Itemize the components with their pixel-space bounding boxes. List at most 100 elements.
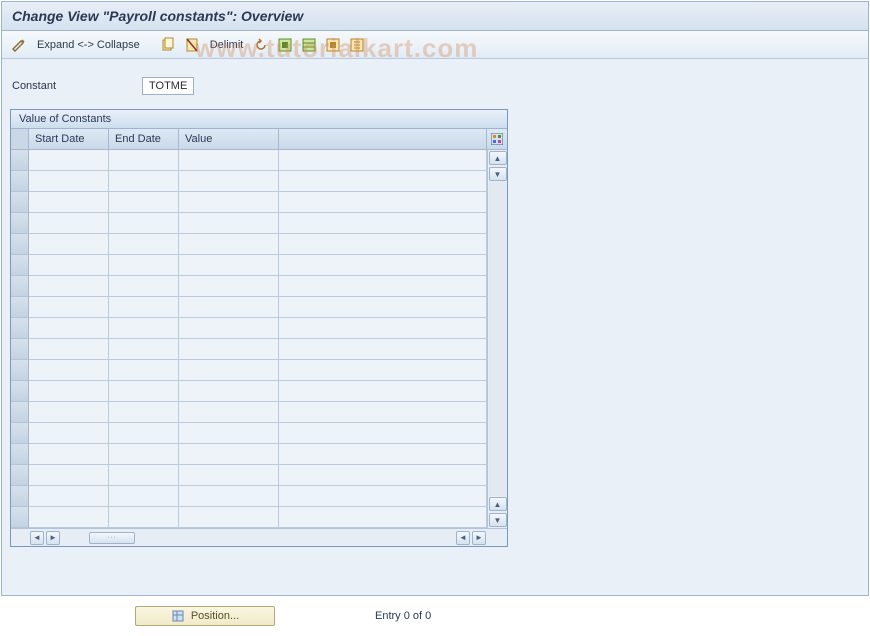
delimit-button[interactable]: Delimit [207,39,247,51]
row-selector[interactable] [11,255,29,276]
cell-value[interactable] [179,255,279,276]
cell-value[interactable] [179,318,279,339]
scroll-down-button[interactable]: ▼ [489,513,507,527]
copy-as-icon[interactable] [159,36,177,54]
cell-start-date[interactable] [29,234,109,255]
cell-start-date[interactable] [29,444,109,465]
row-selector[interactable] [11,402,29,423]
cell-start-date[interactable] [29,255,109,276]
cell-start-date[interactable] [29,381,109,402]
cell-value[interactable] [179,402,279,423]
select-all-rows-header[interactable] [11,129,29,149]
row-selector[interactable] [11,192,29,213]
row-selector[interactable] [11,360,29,381]
row-selector[interactable] [11,465,29,486]
cell-value[interactable] [179,297,279,318]
cell-end-date[interactable] [109,297,179,318]
row-selector[interactable] [11,213,29,234]
hscroll-track[interactable]: ∙∙∙ [61,532,455,544]
cell-end-date[interactable] [109,402,179,423]
cell-end-date[interactable] [109,150,179,171]
cell-end-date[interactable] [109,465,179,486]
cell-start-date[interactable] [29,192,109,213]
scroll-page-down-button[interactable]: ▲ [489,497,507,511]
deselect-all-icon[interactable] [324,36,342,54]
row-selector[interactable] [11,171,29,192]
cell-start-date[interactable] [29,213,109,234]
row-selector[interactable] [11,297,29,318]
column-header-end-date[interactable]: End Date [109,129,179,149]
cell-end-date[interactable] [109,423,179,444]
cell-value[interactable] [179,507,279,528]
row-selector[interactable] [11,444,29,465]
position-button[interactable]: Position... [135,606,275,626]
row-selector[interactable] [11,234,29,255]
scroll-track[interactable] [489,182,507,496]
row-selector[interactable] [11,339,29,360]
table-settings-button[interactable] [487,129,507,149]
select-block-icon[interactable] [300,36,318,54]
cell-value[interactable] [179,465,279,486]
cell-end-date[interactable] [109,381,179,402]
horizontal-scrollbar[interactable]: ◄ ► ∙∙∙ ◄ ► [11,528,507,546]
hscroll-left-end-button[interactable]: ◄ [456,531,470,545]
cell-start-date[interactable] [29,318,109,339]
row-selector[interactable] [11,318,29,339]
cell-start-date[interactable] [29,360,109,381]
cell-value[interactable] [179,192,279,213]
hscroll-left-button[interactable]: ◄ [30,531,44,545]
cell-value[interactable] [179,486,279,507]
cell-value[interactable] [179,444,279,465]
cell-end-date[interactable] [109,255,179,276]
cell-end-date[interactable] [109,507,179,528]
cell-end-date[interactable] [109,276,179,297]
hscroll-right-button[interactable]: ► [46,531,60,545]
row-selector[interactable] [11,381,29,402]
select-all-icon[interactable] [276,36,294,54]
cell-end-date[interactable] [109,192,179,213]
cell-value[interactable] [179,381,279,402]
cell-value[interactable] [179,234,279,255]
cell-start-date[interactable] [29,402,109,423]
cell-start-date[interactable] [29,276,109,297]
cell-start-date[interactable] [29,150,109,171]
expand-collapse-button[interactable]: Expand <-> Collapse [34,39,143,51]
scroll-page-up-button[interactable]: ▼ [489,167,507,181]
cell-end-date[interactable] [109,444,179,465]
cell-value[interactable] [179,150,279,171]
delete-icon[interactable] [183,36,201,54]
row-selector[interactable] [11,507,29,528]
row-selector[interactable] [11,486,29,507]
cell-value[interactable] [179,339,279,360]
cell-start-date[interactable] [29,486,109,507]
row-selector[interactable] [11,423,29,444]
undo-change-icon[interactable] [252,36,270,54]
column-header-start-date[interactable]: Start Date [29,129,109,149]
cell-end-date[interactable] [109,486,179,507]
cell-start-date[interactable] [29,465,109,486]
cell-end-date[interactable] [109,360,179,381]
row-selector[interactable] [11,150,29,171]
display-overview-icon[interactable] [348,36,366,54]
cell-start-date[interactable] [29,507,109,528]
toggle-display-change-icon[interactable] [10,36,28,54]
constant-value-field[interactable]: TOTME [142,77,194,95]
column-header-value[interactable]: Value [179,129,279,149]
cell-value[interactable] [179,276,279,297]
cell-value[interactable] [179,171,279,192]
cell-end-date[interactable] [109,339,179,360]
cell-start-date[interactable] [29,339,109,360]
cell-start-date[interactable] [29,423,109,444]
cell-end-date[interactable] [109,171,179,192]
hscroll-thumb[interactable]: ∙∙∙ [89,532,135,544]
cell-value[interactable] [179,423,279,444]
cell-end-date[interactable] [109,234,179,255]
scroll-up-button[interactable]: ▲ [489,151,507,165]
hscroll-right-end-button[interactable]: ► [472,531,486,545]
cell-value[interactable] [179,360,279,381]
row-selector[interactable] [11,276,29,297]
cell-start-date[interactable] [29,171,109,192]
cell-start-date[interactable] [29,297,109,318]
cell-end-date[interactable] [109,213,179,234]
vertical-scrollbar[interactable]: ▲ ▼ ▲ ▼ [487,150,507,528]
